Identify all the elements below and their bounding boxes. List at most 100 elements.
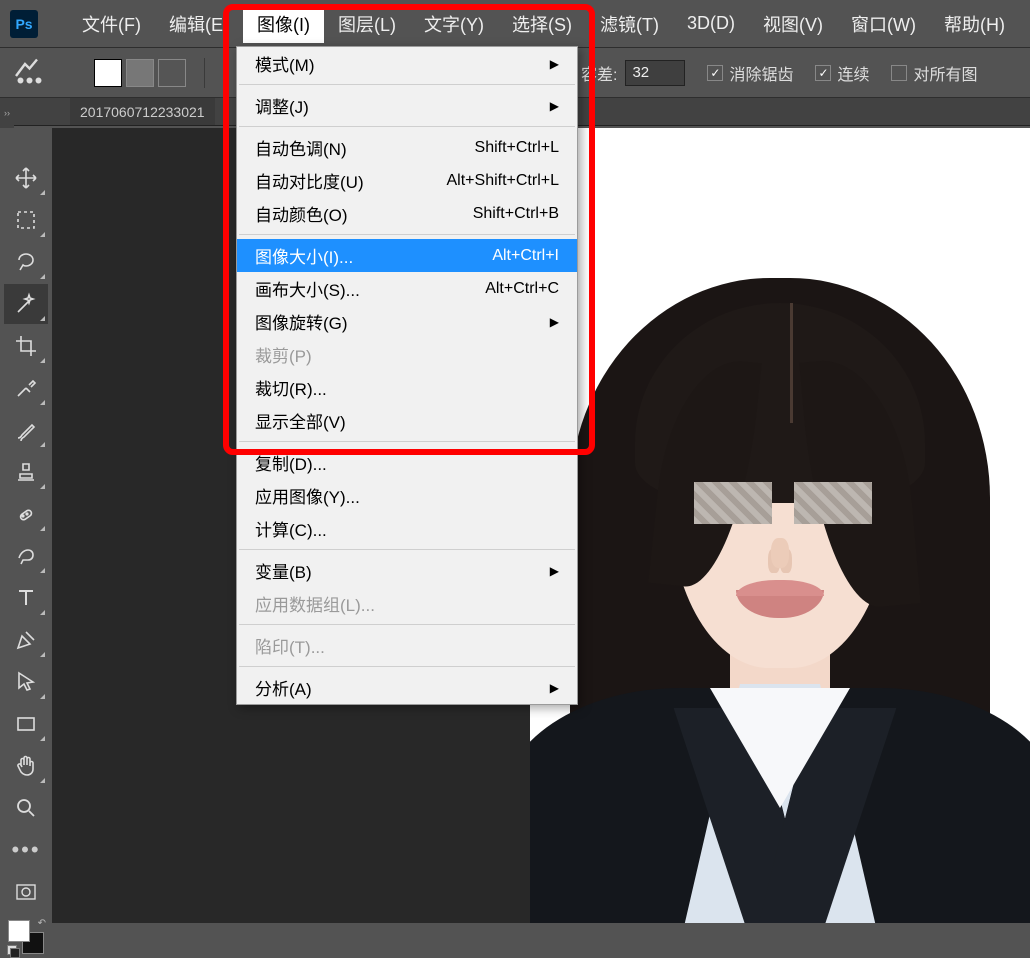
foreground-color-swatch[interactable]	[8, 920, 30, 942]
swatch-foreground[interactable]	[94, 59, 122, 87]
tolerance-label: 容差:	[581, 61, 617, 85]
color-swatches[interactable]: ↶	[8, 920, 44, 954]
submenu-arrow-icon: ▶	[550, 99, 559, 113]
menu-item-label: 自动对比度(U)	[255, 168, 364, 193]
menu-item-shortcut: Alt+Shift+Ctrl+L	[447, 172, 560, 190]
more-tools[interactable]: •••	[4, 830, 48, 870]
quick-mask-toggle[interactable]	[4, 872, 48, 912]
checkbox-icon: ✓	[707, 65, 723, 81]
menu-item-label: 计算(C)...	[255, 516, 327, 541]
menu-item-label: 应用图像(Y)...	[255, 483, 360, 508]
menu-separator	[239, 234, 575, 235]
menu-item[interactable]: 显示全部(V)	[237, 404, 577, 437]
menu-item-label: 自动色调(N)	[255, 135, 347, 160]
move-tool[interactable]	[4, 158, 48, 198]
eyedropper-tool[interactable]	[4, 368, 48, 408]
menu-item-label: 图像大小(I)...	[255, 243, 353, 268]
menu-separator	[239, 84, 575, 85]
type-tool[interactable]	[4, 578, 48, 618]
menu-item-shortcut: Alt+Ctrl+C	[485, 280, 559, 298]
menu-item[interactable]: 复制(D)...	[237, 446, 577, 479]
menu-item[interactable]: 变量(B) ▶	[237, 554, 577, 587]
menu-help[interactable]: 帮助(H)	[930, 5, 1019, 43]
zoom-tool[interactable]	[4, 788, 48, 828]
all-layers-label: 对所有图	[913, 61, 977, 85]
menu-item[interactable]: 分析(A)▶	[237, 671, 577, 704]
menu-type[interactable]: 文字(Y)	[410, 5, 498, 43]
menu-item-shortcut: Alt+Ctrl+I	[492, 247, 559, 265]
menu-separator	[239, 549, 575, 550]
swap-colors-icon[interactable]: ↶	[38, 918, 46, 929]
menu-item[interactable]: 调整(J)▶	[237, 89, 577, 122]
menu-item[interactable]: 图像旋转(G) ▶	[237, 305, 577, 338]
healing-tool[interactable]	[4, 494, 48, 534]
swatch-pattern[interactable]	[126, 59, 154, 87]
rectangle-tool[interactable]	[4, 704, 48, 744]
portrait-photo	[530, 128, 1030, 923]
menu-item-label: 图像旋转(G)	[255, 309, 348, 334]
menu-item-label: 自动颜色(O)	[255, 201, 348, 226]
menu-item: 应用数据组(L)...	[237, 587, 577, 620]
menu-item[interactable]: 计算(C)...	[237, 512, 577, 545]
image-menu-dropdown: 模式(M)▶调整(J)▶自动色调(N)Shift+Ctrl+L自动对比度(U)A…	[236, 46, 578, 705]
document-canvas[interactable]	[530, 128, 1030, 923]
censor-block-left	[694, 482, 772, 524]
antialias-checkbox[interactable]: ✓ 消除锯齿	[707, 61, 793, 85]
gradient-tool[interactable]	[4, 536, 48, 576]
pen-tool[interactable]	[4, 620, 48, 660]
menu-item[interactable]: 自动对比度(U) Alt+Shift+Ctrl+L	[237, 164, 577, 197]
submenu-arrow-icon: ▶	[550, 57, 559, 71]
menu-layer[interactable]: 图层(L)	[324, 5, 410, 43]
antialias-label: 消除锯齿	[729, 61, 793, 85]
hand-tool[interactable]	[4, 746, 48, 786]
menu-item: 裁剪(P)	[237, 338, 577, 371]
current-tool-icon[interactable]	[10, 58, 46, 88]
document-tab-1[interactable]: 2017060712233021	[70, 98, 215, 125]
submenu-arrow-icon: ▶	[550, 315, 559, 329]
menu-item-label: 显示全部(V)	[255, 408, 346, 433]
panel-collapse-stub[interactable]: ››	[0, 98, 14, 128]
menu-3d[interactable]: 3D(D)	[673, 7, 749, 40]
toolbox: ••• ↶	[0, 152, 52, 954]
menu-file[interactable]: 文件(F)	[68, 5, 155, 43]
all-layers-checkbox[interactable]: ✓ 对所有图	[891, 61, 977, 85]
menu-item[interactable]: 图像大小(I)... Alt+Ctrl+I	[237, 239, 577, 272]
menu-window[interactable]: 窗口(W)	[837, 5, 930, 43]
menu-item[interactable]: 应用图像(Y)...	[237, 479, 577, 512]
menu-item-label: 变量(B)	[255, 558, 312, 583]
marquee-tool[interactable]	[4, 200, 48, 240]
swatch-pattern2[interactable]	[158, 59, 186, 87]
tolerance-input[interactable]	[625, 60, 685, 86]
menu-image[interactable]: 图像(I)	[243, 5, 324, 43]
contiguous-label: 连续	[837, 61, 869, 85]
menu-item[interactable]: 画布大小(S)...Alt+Ctrl+C	[237, 272, 577, 305]
path-selection-tool[interactable]	[4, 662, 48, 702]
stamp-tool[interactable]	[4, 452, 48, 492]
brush-tool[interactable]	[4, 410, 48, 450]
menu-item-label: 复制(D)...	[255, 450, 327, 475]
menubar: Ps 文件(F) 编辑(E) 图像(I) 图层(L) 文字(Y) 选择(S) 滤…	[0, 0, 1030, 48]
menu-filter[interactable]: 滤镜(T)	[586, 5, 673, 43]
default-colors-icon[interactable]	[7, 945, 17, 955]
menu-item-label: 裁剪(P)	[255, 342, 312, 367]
app-logo: Ps	[10, 10, 38, 38]
fill-swatches	[94, 59, 186, 87]
menu-edit[interactable]: 编辑(E)	[155, 5, 243, 43]
menu-item[interactable]: 自动色调(N)Shift+Ctrl+L	[237, 131, 577, 164]
menu-select[interactable]: 选择(S)	[498, 5, 586, 43]
lasso-tool[interactable]	[4, 242, 48, 282]
menu-item: 陷印(T)...	[237, 629, 577, 662]
menu-separator	[239, 624, 575, 625]
crop-tool[interactable]	[4, 326, 48, 366]
magic-wand-tool[interactable]	[4, 284, 48, 324]
menu-separator	[239, 126, 575, 127]
menu-item-label: 模式(M)	[255, 51, 314, 76]
contiguous-checkbox[interactable]: ✓ 连续	[815, 61, 869, 85]
menu-item[interactable]: 模式(M) ▶	[237, 47, 577, 80]
menu-item[interactable]: 自动颜色(O)Shift+Ctrl+B	[237, 197, 577, 230]
submenu-arrow-icon: ▶	[550, 564, 559, 578]
menu-view[interactable]: 视图(V)	[749, 5, 837, 43]
menu-item-label: 分析(A)	[255, 675, 312, 700]
document-tab-title: 2017060712233021	[80, 104, 205, 120]
menu-item[interactable]: 裁切(R)...	[237, 371, 577, 404]
